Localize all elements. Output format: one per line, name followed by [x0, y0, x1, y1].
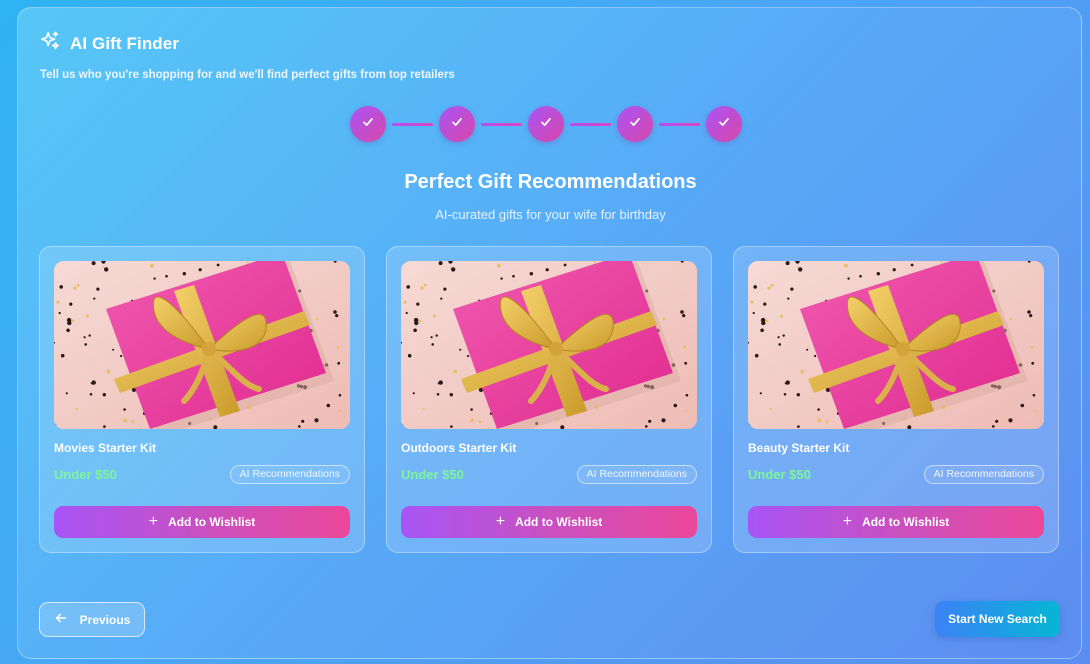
step-2-complete[interactable] — [439, 106, 475, 142]
step-5-complete[interactable] — [706, 106, 742, 142]
step-connector — [481, 122, 522, 126]
step-1-complete[interactable] — [350, 106, 386, 142]
step-connector — [659, 122, 700, 126]
gift-name: Movies Starter Kit — [54, 441, 157, 455]
gift-card: Movies Starter Kit Under $50 AI Recommen… — [39, 246, 365, 553]
gift-card-list: Movies Starter Kit Under $50 AI Recommen… — [39, 246, 1059, 553]
step-connector — [570, 122, 611, 126]
check-icon — [717, 115, 731, 134]
app-subtitle: Tell us who you're shopping for and we'l… — [40, 69, 455, 81]
step-3-complete[interactable] — [528, 106, 564, 142]
check-icon — [628, 115, 642, 134]
gift-image — [54, 261, 350, 429]
plus-icon: + — [495, 513, 506, 530]
gift-finder-panel: AI Gift Finder Tell us who you're shoppi… — [17, 7, 1082, 659]
check-icon — [361, 115, 375, 134]
gift-price: Under $50 — [54, 467, 117, 482]
add-to-wishlist-button[interactable]: + Add to Wishlist — [401, 506, 697, 538]
app-title: AI Gift Finder — [70, 33, 180, 53]
wishlist-button-label: Add to Wishlist — [862, 515, 950, 529]
gift-name: Outdoors Starter Kit — [401, 441, 517, 455]
ai-recommendations-badge: AI Recommendations — [229, 465, 350, 484]
plus-icon: + — [842, 513, 853, 530]
step-connector — [392, 122, 433, 126]
results-title: Perfect Gift Recommendations — [404, 171, 697, 193]
start-new-search-button[interactable]: Start New Search — [935, 601, 1060, 637]
gift-price: Under $50 — [748, 467, 811, 482]
previous-button[interactable]: Previous — [39, 602, 145, 637]
gift-card: Outdoors Starter Kit Under $50 AI Recomm… — [386, 246, 712, 553]
gift-card: Beauty Starter Kit Under $50 AI Recommen… — [733, 246, 1059, 553]
plus-icon: + — [148, 513, 159, 530]
gift-name: Beauty Starter Kit — [748, 441, 850, 455]
results-subtitle: AI-curated gifts for your wife for birth… — [435, 207, 666, 222]
app-header: AI Gift Finder — [39, 30, 179, 57]
gift-image — [748, 261, 1044, 429]
ai-recommendations-badge: AI Recommendations — [576, 465, 697, 484]
add-to-wishlist-button[interactable]: + Add to Wishlist — [54, 506, 350, 538]
wishlist-button-label: Add to Wishlist — [515, 515, 603, 529]
wishlist-button-label: Add to Wishlist — [168, 515, 256, 529]
arrow-left-icon — [54, 611, 68, 628]
add-to-wishlist-button[interactable]: + Add to Wishlist — [748, 506, 1044, 538]
check-icon — [539, 115, 553, 134]
progress-stepper — [350, 106, 742, 142]
step-4-complete[interactable] — [617, 106, 653, 142]
sparkles-icon — [39, 30, 61, 57]
ai-recommendations-badge: AI Recommendations — [923, 465, 1044, 484]
previous-button-label: Previous — [79, 612, 131, 627]
gift-price: Under $50 — [401, 467, 464, 482]
check-icon — [450, 115, 464, 134]
gift-image — [401, 261, 697, 429]
